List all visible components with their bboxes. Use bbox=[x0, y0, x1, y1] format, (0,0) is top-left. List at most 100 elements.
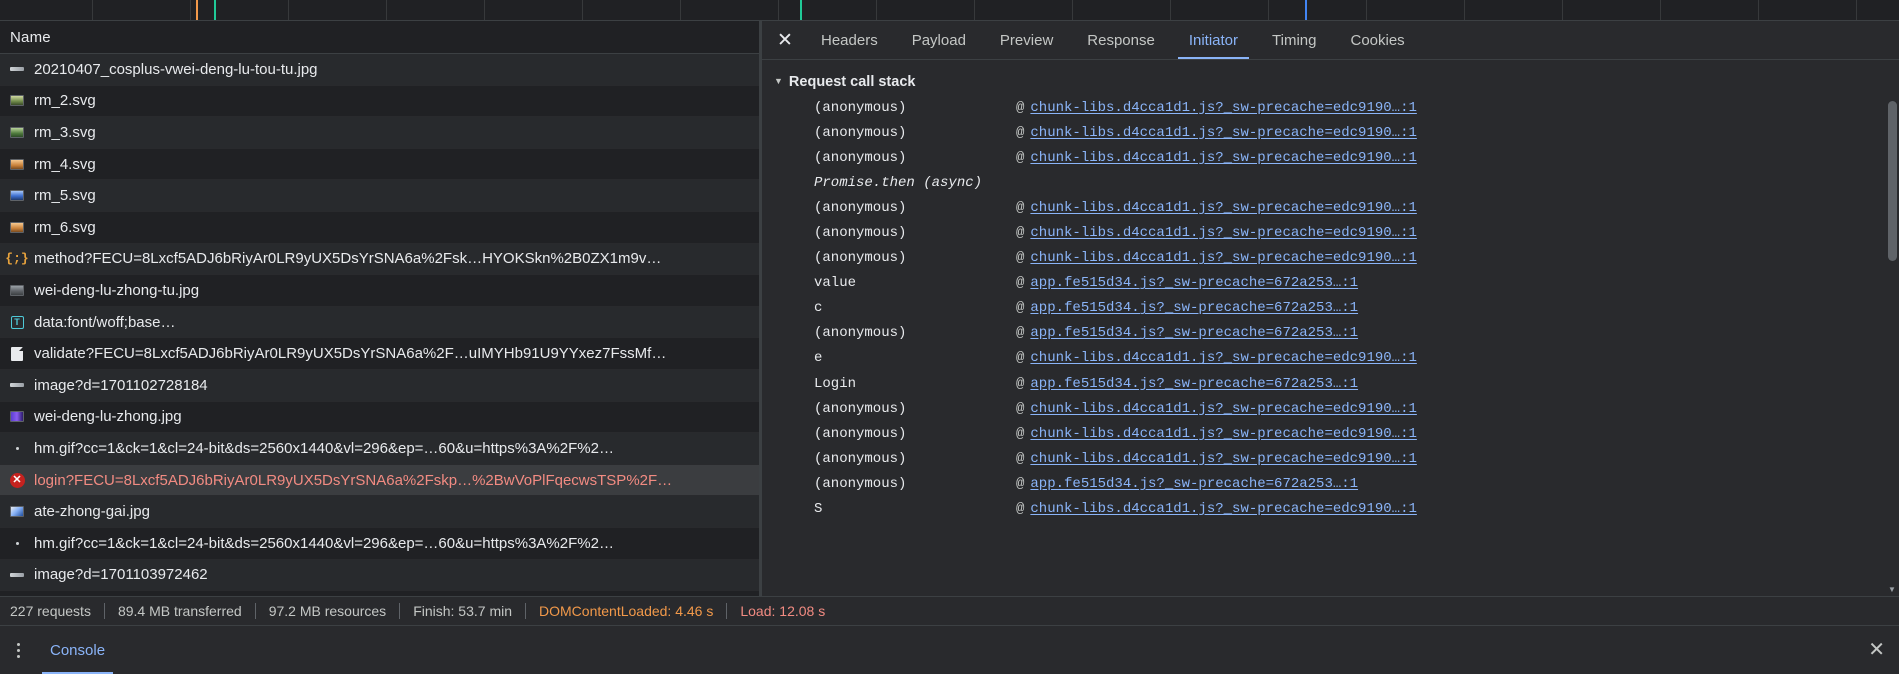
image-icon bbox=[8, 566, 26, 584]
at-symbol-icon: @ bbox=[1016, 300, 1025, 317]
request-row[interactable]: ✕ login?FECU=8Lxcf5ADJ6bRiyAr0LR9yUX5DsYr… bbox=[0, 464, 760, 497]
call-stack-row: e @ chunk-libs.d4cca1d1.js?_sw-precache=ed… bbox=[762, 346, 1899, 371]
image-icon bbox=[8, 218, 26, 236]
at-symbol-icon: @ bbox=[1016, 250, 1025, 267]
request-name: rm_2.svg bbox=[34, 92, 96, 110]
call-stack-function-name: S bbox=[814, 501, 823, 518]
request-row[interactable]: rm_4.svg bbox=[0, 148, 760, 181]
overview-gridline bbox=[92, 0, 93, 20]
request-row[interactable]: {;} method?FECU=8Lxcf5ADJ6bRiyAr0LR9yUX5D… bbox=[0, 243, 760, 276]
request-row[interactable]: ate-zhong-gai.jpg bbox=[0, 496, 760, 528]
call-stack-source-link[interactable]: app.fe515d34.js?_sw-precache=672a253…:1 bbox=[1030, 376, 1358, 392]
call-stack-function-name: Login bbox=[814, 375, 857, 392]
detail-scroll-down-icon[interactable]: ▼ bbox=[1885, 582, 1899, 596]
call-stack-source-link[interactable]: chunk-libs.d4cca1d1.js?_sw-precache=edc9… bbox=[1030, 200, 1416, 216]
call-stack-source-link[interactable]: app.fe515d34.js?_sw-precache=672a253…:1 bbox=[1030, 476, 1358, 492]
tab-initiator[interactable]: Initiator bbox=[1172, 21, 1255, 59]
call-stack-source-link[interactable]: chunk-libs.d4cca1d1.js?_sw-precache=edc9… bbox=[1030, 225, 1416, 241]
call-stack-row: value @ app.fe515d34.js?_sw-precache=672a2… bbox=[762, 271, 1899, 296]
document-icon bbox=[8, 345, 26, 363]
call-stack-function-name: (anonymous) bbox=[814, 475, 907, 492]
request-row[interactable]: hm.gif?cc=1&ck=1&cl=24-bit&ds=2560x1440&… bbox=[0, 527, 760, 560]
detail-scrollbar[interactable]: ▲ ▼ bbox=[1885, 99, 1899, 596]
call-stack-row: (anonymous) @ chunk-libs.d4cca1d1.js?_sw-p… bbox=[762, 145, 1899, 170]
kebab-menu-icon[interactable] bbox=[0, 626, 36, 674]
overview-gridline bbox=[1758, 0, 1759, 20]
tab-cookies[interactable]: Cookies bbox=[1333, 21, 1421, 59]
tab-headers[interactable]: Headers bbox=[804, 21, 895, 59]
call-stack-function-name: (anonymous) bbox=[814, 225, 907, 242]
call-stack-source-link[interactable]: chunk-libs.d4cca1d1.js?_sw-precache=edc9… bbox=[1030, 100, 1416, 116]
detail-scrollbar-thumb[interactable] bbox=[1888, 101, 1897, 261]
request-row[interactable]: rm_5.svg bbox=[0, 180, 760, 212]
call-stack-source-link[interactable]: chunk-libs.d4cca1d1.js?_sw-precache=edc9… bbox=[1030, 125, 1416, 141]
at-symbol-icon: @ bbox=[1016, 350, 1025, 367]
column-header-name[interactable]: Name bbox=[10, 29, 51, 46]
call-stack-source-link[interactable]: chunk-libs.d4cca1d1.js?_sw-precache=edc9… bbox=[1030, 501, 1416, 517]
chevron-down-icon[interactable]: ▼ bbox=[774, 76, 783, 86]
at-symbol-icon: @ bbox=[1016, 501, 1025, 518]
status-transferred: 89.4 MB transferred bbox=[117, 603, 242, 619]
status-finish: Finish: 53.7 min bbox=[413, 603, 513, 619]
request-row[interactable]: wei-deng-lu-zhong-tu.jpg bbox=[0, 275, 760, 307]
call-stack-row: (anonymous) @ chunk-libs.d4cca1d1.js?_sw-p… bbox=[762, 95, 1899, 120]
call-stack-source-link[interactable]: chunk-libs.d4cca1d1.js?_sw-precache=edc9… bbox=[1030, 426, 1416, 442]
request-name: validate?FECU=8Lxcf5ADJ6bRiyAr0LR9yUX5Ds… bbox=[34, 345, 667, 363]
tab-response[interactable]: Response bbox=[1070, 21, 1172, 59]
json-icon: {;} bbox=[5, 251, 29, 267]
call-stack-source-link[interactable]: app.fe515d34.js?_sw-precache=672a253…:1 bbox=[1030, 325, 1358, 341]
network-overview-timeline[interactable] bbox=[0, 0, 1899, 21]
request-list-header: Name bbox=[0, 21, 760, 54]
request-list-panel: Name 20210407_cosplus-vwei-deng-lu-tou-t… bbox=[0, 21, 760, 596]
request-call-stack-section[interactable]: ▼ Request call stack bbox=[762, 69, 1899, 95]
overview-gridline bbox=[876, 0, 877, 20]
tab-console[interactable]: Console bbox=[36, 626, 119, 674]
call-stack-source-link[interactable]: chunk-libs.d4cca1d1.js?_sw-precache=edc9… bbox=[1030, 150, 1416, 166]
request-row[interactable]: validate?FECU=8Lxcf5ADJ6bRiyAr0LR9yUX5Ds… bbox=[0, 338, 760, 370]
request-row[interactable]: image?d=1701103972462 bbox=[0, 559, 760, 592]
request-name: data:font/woff;base… bbox=[34, 313, 176, 331]
call-stack-source-link[interactable]: app.fe515d34.js?_sw-precache=672a253…:1 bbox=[1030, 300, 1358, 316]
at-symbol-icon: @ bbox=[1016, 425, 1025, 442]
request-row[interactable]: image?d=1701102728184 bbox=[0, 369, 760, 402]
call-stack-source-link[interactable]: chunk-libs.d4cca1d1.js?_sw-precache=edc9… bbox=[1030, 250, 1416, 266]
close-detail-icon[interactable]: ✕ bbox=[766, 21, 804, 59]
request-name: image?d=1701102728184 bbox=[34, 376, 208, 394]
tab-preview[interactable]: Preview bbox=[983, 21, 1070, 59]
call-stack-source-link[interactable]: chunk-libs.d4cca1d1.js?_sw-precache=edc9… bbox=[1030, 401, 1416, 417]
call-stack-source-link[interactable]: chunk-libs.d4cca1d1.js?_sw-precache=edc9… bbox=[1030, 451, 1416, 467]
at-symbol-icon: @ bbox=[1016, 375, 1025, 392]
call-stack-row: (anonymous) @ chunk-libs.d4cca1d1.js?_sw-p… bbox=[762, 396, 1899, 421]
at-symbol-icon: @ bbox=[1016, 99, 1025, 116]
request-row[interactable]: rm_2.svg bbox=[0, 85, 760, 118]
call-stack-row: (anonymous) @ chunk-libs.d4cca1d1.js?_sw-p… bbox=[762, 421, 1899, 446]
image-icon bbox=[8, 123, 26, 141]
at-symbol-icon: @ bbox=[1016, 199, 1025, 216]
overview-gridline bbox=[386, 0, 387, 20]
call-stack-source-link[interactable]: chunk-libs.d4cca1d1.js?_sw-precache=edc9… bbox=[1030, 350, 1416, 366]
call-stack-row: (anonymous) @ chunk-libs.d4cca1d1.js?_sw-p… bbox=[762, 246, 1899, 271]
image-icon bbox=[8, 187, 26, 205]
request-row[interactable]: rm_3.svg bbox=[0, 117, 760, 149]
overview-gridline bbox=[484, 0, 485, 20]
request-row[interactable]: wei-deng-lu-zhong.jpg bbox=[0, 401, 760, 434]
close-drawer-icon[interactable]: ✕ bbox=[1868, 640, 1885, 660]
request-detail-panel: ✕ Headers Payload Preview Response Initiator… bbox=[762, 21, 1899, 596]
overview-gridline bbox=[1072, 0, 1073, 20]
request-row[interactable]: hm.gif?cc=1&ck=1&cl=24-bit&ds=2560x1440&… bbox=[0, 433, 760, 465]
font-icon: T bbox=[8, 313, 26, 331]
request-row[interactable]: rm_6.svg bbox=[0, 211, 760, 244]
overview-gridline bbox=[1366, 0, 1367, 20]
image-icon bbox=[8, 155, 26, 173]
status-load: Load: 12.08 s bbox=[740, 603, 826, 619]
call-stack-function-name: (anonymous) bbox=[814, 400, 907, 417]
call-stack-source-link[interactable]: app.fe515d34.js?_sw-precache=672a253…:1 bbox=[1030, 275, 1358, 291]
overview-gridline bbox=[1464, 0, 1465, 20]
request-row[interactable]: Tdata:font/woff;base… bbox=[0, 306, 760, 339]
tab-timing[interactable]: Timing bbox=[1255, 21, 1333, 59]
request-name: method?FECU=8Lxcf5ADJ6bRiyAr0LR9yUX5DsYr… bbox=[34, 250, 662, 268]
dot-icon bbox=[8, 534, 26, 552]
request-row[interactable]: 20210407_cosplus-vwei-deng-lu-tou-tu.jpg bbox=[0, 54, 760, 86]
overview-gridline bbox=[582, 0, 583, 20]
tab-payload[interactable]: Payload bbox=[895, 21, 983, 59]
